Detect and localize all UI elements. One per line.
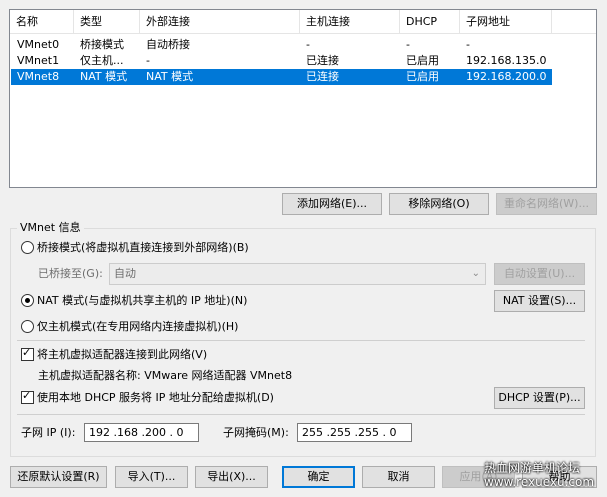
vmnet-info-title: VMnet 信息 xyxy=(17,221,84,235)
cell-dhcp: - xyxy=(406,38,410,51)
column-header-external[interactable]: 外部连接 xyxy=(140,10,300,34)
use-dhcp-checkbox[interactable]: ✓ xyxy=(21,389,34,404)
import-button[interactable]: 导入(T)... xyxy=(115,466,188,488)
export-button[interactable]: 导出(X)... xyxy=(195,466,268,488)
subnet-mask-input[interactable]: 255 .255 .255 . 0 xyxy=(297,423,412,442)
watermark-line2: www.rexuexu.com xyxy=(484,475,595,489)
bridged-mode-label[interactable]: 桥接模式(将虚拟机直接连接到外部网络)(B) xyxy=(37,240,249,256)
subnet-ip-input[interactable]: 192 .168 .200 . 0 xyxy=(84,423,199,442)
nat-mode-radio[interactable] xyxy=(21,294,34,307)
subnet-mask-label: 子网掩码(M): xyxy=(223,426,289,439)
cell-type: NAT 模式 xyxy=(80,70,128,83)
ok-button[interactable]: 确定 xyxy=(282,466,355,488)
cell-subnet: 192.168.135.0 xyxy=(466,54,547,67)
cell-name: VMnet1 xyxy=(17,54,60,67)
dhcp-settings-button[interactable]: DHCP 设置(P)... xyxy=(494,387,585,409)
network-list-table[interactable]: 名称 类型 外部连接 主机连接 DHCP 子网地址 VMnet0 桥接模式 自动… xyxy=(9,9,597,188)
auto-settings-button[interactable]: 自动设置(U)... xyxy=(494,263,585,285)
bridged-to-label: 已桥接至(G): xyxy=(38,267,103,280)
check-icon: ✓ xyxy=(22,346,32,359)
use-dhcp-label[interactable]: 使用本地 DHCP 服务将 IP 地址分配给虚拟机(D) xyxy=(37,390,274,406)
cell-type: 仅主机... xyxy=(80,54,124,67)
host-only-mode-label[interactable]: 仅主机模式(在专用网络内连接虚拟机)(H) xyxy=(37,319,238,335)
bridged-to-select[interactable]: 自动 ⌄ xyxy=(109,263,486,285)
watermark-line1: 热血网游单机论坛 xyxy=(484,461,581,475)
table-row[interactable]: VMnet0 桥接模式 自动桥接 - - - xyxy=(11,37,552,53)
separator xyxy=(17,414,585,415)
connect-adapter-label[interactable]: 将主机虚拟适配器连接到此网络(V) xyxy=(37,347,207,363)
check-icon: ✓ xyxy=(22,389,32,402)
cell-type: 桥接模式 xyxy=(80,38,124,51)
column-header-name[interactable]: 名称 xyxy=(10,10,74,34)
chevron-down-icon: ⌄ xyxy=(471,268,480,279)
column-header-subnet[interactable]: 子网地址 xyxy=(460,10,552,34)
connect-adapter-checkbox[interactable]: ✓ xyxy=(21,346,34,361)
column-header-host[interactable]: 主机连接 xyxy=(300,10,400,34)
adapter-name-text: 主机虚拟适配器名称: VMware 网络适配器 VMnet8 xyxy=(38,369,293,382)
column-header-type[interactable]: 类型 xyxy=(74,10,140,34)
separator xyxy=(17,340,585,341)
cell-name: VMnet8 xyxy=(17,70,60,83)
cell-dhcp: 已启用 xyxy=(406,70,439,83)
cell-dhcp: 已启用 xyxy=(406,54,439,67)
host-only-mode-radio[interactable] xyxy=(21,320,34,333)
table-header: 名称 类型 外部连接 主机连接 DHCP 子网地址 xyxy=(10,10,596,34)
add-network-button[interactable]: 添加网络(E)... xyxy=(282,193,382,215)
cell-host: - xyxy=(306,38,310,51)
column-header-dhcp[interactable]: DHCP xyxy=(400,10,460,34)
cell-external: 自动桥接 xyxy=(146,38,190,51)
bridged-to-value: 自动 xyxy=(114,267,136,280)
cell-external: NAT 模式 xyxy=(146,70,194,83)
cell-subnet: 192.168.200.0 xyxy=(466,70,547,83)
table-row[interactable]: VMnet1 仅主机... - 已连接 已启用 192.168.135.0 xyxy=(11,53,552,69)
nat-mode-label[interactable]: NAT 模式(与虚拟机共享主机的 IP 地址)(N) xyxy=(37,293,247,309)
cell-external: - xyxy=(146,54,150,67)
radio-selected-dot xyxy=(25,298,30,303)
cell-host: 已连接 xyxy=(306,54,339,67)
cell-name: VMnet0 xyxy=(17,38,60,51)
subnet-ip-label: 子网 IP (I): xyxy=(21,426,76,439)
remove-network-button[interactable]: 移除网络(O) xyxy=(389,193,489,215)
bridged-mode-radio[interactable] xyxy=(21,241,34,254)
cell-host: 已连接 xyxy=(306,70,339,83)
watermark: 热血网游单机论坛 www.rexuexu.com xyxy=(484,461,607,497)
cell-subnet: - xyxy=(466,38,470,51)
nat-settings-button[interactable]: NAT 设置(S)... xyxy=(494,290,585,312)
cancel-button[interactable]: 取消 xyxy=(362,466,435,488)
restore-defaults-button[interactable]: 还原默认设置(R) xyxy=(10,466,107,488)
rename-network-button[interactable]: 重命名网络(W)... xyxy=(496,193,597,215)
table-row-selected[interactable]: VMnet8 NAT 模式 NAT 模式 已连接 已启用 192.168.200… xyxy=(11,69,552,85)
